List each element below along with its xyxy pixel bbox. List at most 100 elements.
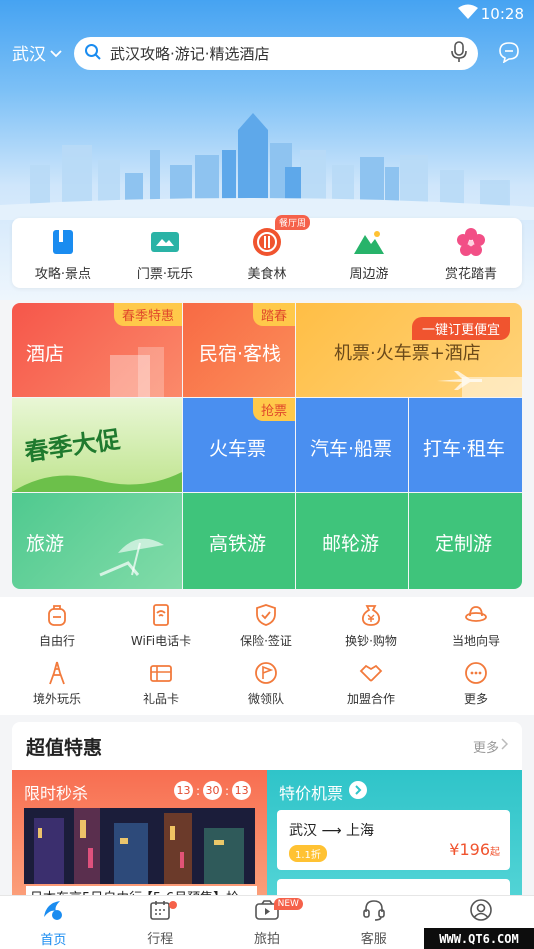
- flash-sale-card[interactable]: 限时秒杀 13 : 30 : 13 日本东京5日自由行·【5-6月预售】抢: [12, 770, 267, 897]
- tile-label: 邮轮游: [322, 533, 380, 555]
- guide-hat-icon: [463, 602, 489, 628]
- quick-nav-tickets[interactable]: 门票·玩乐: [115, 225, 215, 282]
- hotel-building-illustration: [110, 347, 164, 397]
- quick-nav-nearby[interactable]: 周边游: [319, 225, 419, 282]
- tile-travel[interactable]: 旅游: [12, 493, 182, 589]
- flight-destination: 上海: [345, 823, 374, 839]
- search-icon: [84, 43, 102, 65]
- tab-customer-service[interactable]: 客服: [320, 896, 427, 949]
- eiffel-tower-icon: [44, 660, 70, 686]
- cheap-flights-title: 特价机票: [279, 784, 344, 803]
- deals-more-link[interactable]: 更多: [472, 737, 509, 756]
- tile-cruise[interactable]: 邮轮游: [296, 493, 408, 589]
- chevron-right-icon: [501, 738, 509, 754]
- tab-label: 客服: [360, 932, 387, 947]
- flag-icon: [253, 660, 279, 686]
- service-wifi-card[interactable]: WiFi电话卡: [108, 602, 214, 649]
- tile-label: 汽车·船票: [310, 438, 393, 460]
- service-micro-leader[interactable]: 微领队: [213, 660, 319, 707]
- flight-origin: 武汉: [289, 823, 317, 839]
- quick-nav-label: 周边游: [349, 266, 389, 282]
- tile-label: 打车·租车: [423, 438, 506, 460]
- chevron-down-icon: [50, 43, 62, 63]
- cheap-flights-header: 特价机票: [279, 780, 368, 804]
- tile-homestay[interactable]: 踏春 民宿·客栈: [183, 303, 295, 397]
- food-icon: [250, 225, 284, 259]
- flight-route: 武汉 ⟶ 上海: [289, 820, 374, 840]
- quick-nav-food[interactable]: 餐厅周 美食林: [217, 214, 317, 282]
- deals-header: 超值特惠 更多: [12, 722, 522, 770]
- status-bar: 10:28: [0, 0, 534, 30]
- quick-nav-label: 攻略·景点: [34, 266, 92, 282]
- flight-price: ¥196起: [449, 840, 500, 859]
- cheap-flights-card[interactable]: 特价机票 武汉 ⟶ 上海 1.1折 ¥196起: [267, 770, 522, 897]
- tile-label: 旅游: [26, 533, 65, 555]
- city-selector[interactable]: 武汉: [12, 40, 62, 65]
- flight-deal-card[interactable]: 武汉 ⟶ 上海 1.1折 ¥196起: [277, 810, 510, 870]
- service-label: WiFi电话卡: [130, 634, 192, 648]
- service-label: 加盟合作: [346, 692, 395, 706]
- search-placeholder: 武汉攻略·游记·精选酒店: [110, 45, 270, 63]
- quick-nav-label: 赏花踏青: [444, 266, 497, 282]
- service-gift-card[interactable]: 礼品卡: [108, 660, 214, 707]
- microphone-icon[interactable]: [450, 40, 468, 67]
- service-free-travel[interactable]: 自由行: [4, 602, 110, 649]
- search-input[interactable]: 武汉攻略·游记·精选酒店: [74, 37, 478, 70]
- tab-label: 行程: [147, 932, 174, 947]
- tile-tag: 春季特惠: [113, 303, 182, 326]
- service-more[interactable]: 更多: [423, 660, 529, 707]
- new-badge: NEW: [273, 898, 303, 910]
- tab-home[interactable]: 首页: [0, 896, 107, 949]
- service-label: 自由行: [38, 634, 75, 648]
- tile-flight-train-hotel[interactable]: 一键订更便宜 机票·火车票+酒店: [296, 303, 522, 397]
- tab-itinerary[interactable]: 行程: [107, 896, 214, 949]
- flower-icon: [454, 225, 488, 259]
- tab-label: 首页: [40, 933, 67, 948]
- tokyo-night-photo: [24, 808, 255, 884]
- message-icon[interactable]: [498, 41, 520, 67]
- arrow-circle-icon: [349, 781, 368, 803]
- service-overseas-fun[interactable]: 境外玩乐: [4, 660, 110, 707]
- tile-tag: 踏春: [252, 303, 295, 326]
- service-local-guide[interactable]: 当地向导: [423, 602, 529, 649]
- money-bag-icon: [358, 602, 384, 628]
- tile-taxi-rental[interactable]: 打车·租车: [409, 398, 522, 492]
- tile-hotel[interactable]: 春季特惠 酒店: [12, 303, 182, 397]
- tile-bus-ship[interactable]: 汽车·船票: [296, 398, 408, 492]
- service-label: 更多: [463, 692, 488, 706]
- quick-nav: 攻略·景点 门票·玩乐 餐厅周 美食林 周边游 赏花踏青: [12, 214, 522, 288]
- city-skyline-illustration: [0, 113, 534, 220]
- tile-train[interactable]: 抢票 火车票: [183, 398, 295, 492]
- tile-label: 民宿·客栈: [199, 343, 282, 365]
- service-grid: 春季特惠 酒店 踏春 民宿·客栈 一键订更便宜 机票·火车票+酒店 春季大促 抢…: [12, 303, 522, 589]
- service-partnership[interactable]: 加盟合作: [318, 660, 424, 707]
- deals-title: 超值特惠: [26, 736, 103, 759]
- service-insurance-visa[interactable]: 保险·签证: [213, 602, 319, 649]
- flash-sale-title: 限时秒杀: [24, 784, 89, 803]
- airplane-train-illustration: [437, 371, 522, 397]
- mountain-icon: [352, 225, 386, 259]
- tile-hsr-tour[interactable]: 高铁游: [183, 493, 295, 589]
- quick-nav-flowers[interactable]: 赏花踏青: [421, 225, 521, 282]
- gift-card-icon: [148, 660, 174, 686]
- services-panel: 自由行 WiFi电话卡 保险·签证 换钞·购物 当地向导 境外玩乐 礼品卡 微领…: [0, 597, 534, 715]
- promo-title: 春季大促: [22, 425, 122, 467]
- countdown-minutes: 30: [203, 781, 223, 800]
- quick-nav-guide[interactable]: 攻略·景点: [13, 225, 113, 282]
- wifi-icon: [458, 4, 478, 24]
- service-currency-shopping[interactable]: 换钞·购物: [318, 602, 424, 649]
- tab-travel-photo[interactable]: NEW 旅拍: [214, 896, 321, 949]
- countdown-seconds: 13: [232, 781, 252, 800]
- city-label: 武汉: [12, 45, 46, 65]
- tile-label: 高铁游: [209, 533, 267, 555]
- tile-custom-tour[interactable]: 定制游: [409, 493, 522, 589]
- user-icon: [469, 898, 493, 926]
- service-label: 礼品卡: [142, 692, 179, 706]
- more-label: 更多: [472, 740, 499, 756]
- status-time: 10:28: [480, 5, 524, 23]
- wifi-card-icon: [148, 602, 174, 628]
- price-suffix: 起: [490, 847, 500, 858]
- tile-spring-promo[interactable]: 春季大促: [12, 398, 182, 492]
- service-label: 微领队: [247, 692, 284, 706]
- quick-nav-badge: 餐厅周: [275, 214, 311, 230]
